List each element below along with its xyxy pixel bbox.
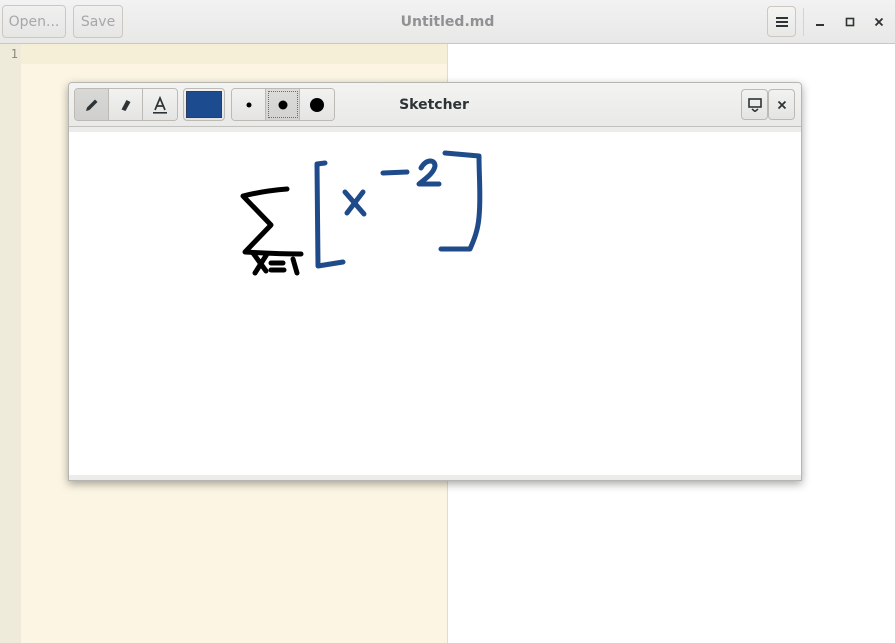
open-button[interactable]: Open... [2,5,66,38]
maximize-icon [845,17,855,27]
current-color-swatch [186,91,222,118]
hamburger-menu-icon [775,16,788,27]
eraser-tool-button[interactable] [109,89,143,120]
color-picker-button[interactable] [183,88,225,121]
subscript-one-stroke [290,256,300,276]
size-medium-button[interactable] [266,89,300,120]
minimize-icon [816,24,824,26]
pencil-icon [85,99,97,111]
close-icon [777,100,786,109]
close-window-button[interactable] [866,8,892,36]
insert-to-document-icon [747,97,762,112]
two-stroke [416,158,442,187]
large-dot-icon [310,97,324,112]
sketcher-title: Sketcher [399,97,469,113]
size-selector [231,88,335,121]
canvas-bottom-border [69,475,801,480]
minimize-button[interactable] [807,8,833,36]
size-small-button[interactable] [232,89,266,120]
sketcher-dialog: Sketcher [68,82,802,481]
sketch-drawing [240,150,483,276]
header-bar: Open... Save Untitled.md [0,0,895,44]
line-number-gutter: 1 [0,44,21,643]
header-separator [803,8,804,36]
window-title: Untitled.md [400,14,495,30]
save-button[interactable]: Save [73,5,123,38]
size-large-button[interactable] [300,89,334,120]
drawing-canvas[interactable] [69,132,801,475]
insert-sketch-button[interactable] [741,89,768,120]
eraser-icon [121,99,130,111]
line-number: 1 [10,47,18,61]
medium-dot-icon [278,100,287,109]
left-bracket-stroke [314,160,346,269]
sketcher-header: Sketcher [69,83,801,127]
text-tool-button[interactable] [143,89,177,120]
small-dot-icon [246,102,251,107]
minus-stroke [380,169,410,176]
menu-button[interactable] [767,6,796,37]
current-line-highlight [21,44,447,64]
sigma-stroke [240,186,304,257]
pencil-tool-button[interactable] [75,89,109,120]
maximize-button[interactable] [837,8,863,36]
text-tool-icon [153,95,167,114]
right-bracket-stroke [438,150,483,252]
close-icon [874,17,884,27]
close-sketcher-button[interactable] [768,89,795,120]
tool-selector [74,88,178,121]
